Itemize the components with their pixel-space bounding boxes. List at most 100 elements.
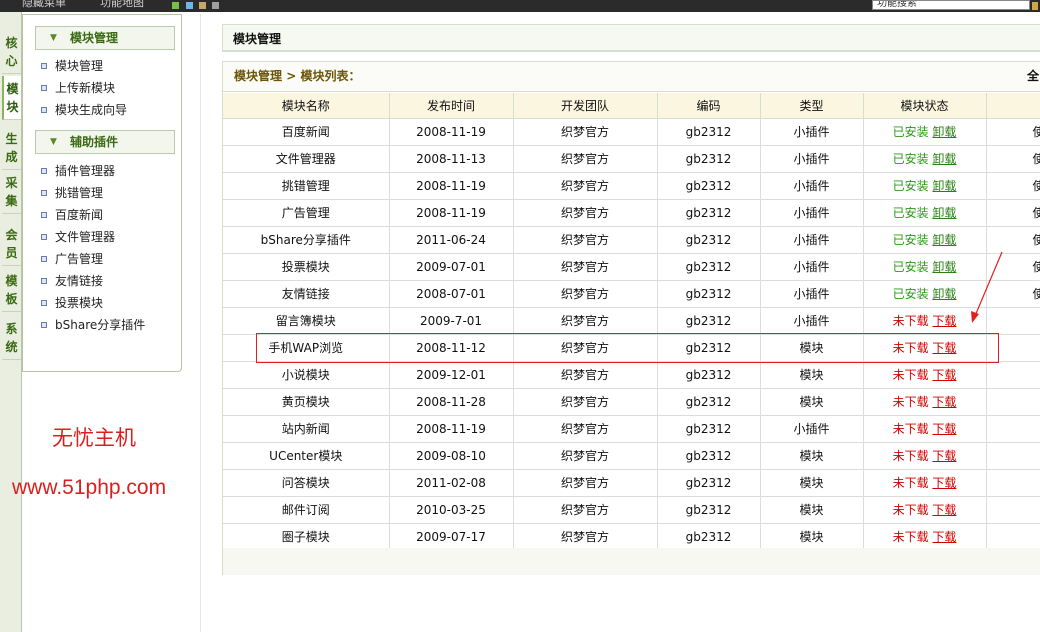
cell-date: 2008-11-13 <box>389 145 514 173</box>
cell-date: 2009-07-01 <box>389 253 514 281</box>
cell-status: 未下载 下载 <box>863 496 987 524</box>
cell-team: 织梦官方 <box>513 226 658 254</box>
cell-name: 留言簿模块 <box>223 307 390 335</box>
cell-status: 已安装 卸载 <box>863 172 987 200</box>
menu-item-label: 插件管理器 <box>55 164 116 178</box>
side-tab-6[interactable]: 系统 <box>2 316 21 360</box>
status-badge: 未下载 <box>892 422 929 436</box>
cell-type: 小插件 <box>760 118 864 146</box>
menu-group-header-1[interactable]: ▼ 辅助插件 <box>35 130 175 154</box>
cell-name: 圈子模块 <box>223 523 390 551</box>
cell-truncated-action[interactable]: 使 <box>986 172 1040 200</box>
module-table: 模块名称 发布时间 开发团队 编码 类型 模块状态 百度新闻 2008-11-19 织梦官方 g… <box>223 93 1040 551</box>
cell-code: gb2312 <box>657 253 761 281</box>
cell-type: 小插件 <box>760 226 864 254</box>
cell-date: 2008-07-01 <box>389 280 514 308</box>
search-button[interactable] <box>1032 2 1038 10</box>
cell-status: 已安装 卸载 <box>863 199 987 227</box>
status-badge: 已安装 <box>892 125 929 139</box>
cell-type: 小插件 <box>760 199 864 227</box>
side-tab-5[interactable]: 模板 <box>2 268 21 312</box>
table-row: 圈子模块 2009-07-17 织梦官方 gb2312 模块 未下载 下载 <box>223 523 1040 551</box>
download-link[interactable]: 下载 <box>932 503 956 517</box>
menu-group-header-0[interactable]: ▼ 模块管理 <box>35 26 175 50</box>
uninstall-link[interactable]: 卸载 <box>932 152 956 166</box>
download-link[interactable]: 下载 <box>932 314 956 328</box>
bullet-icon <box>41 234 47 240</box>
cell-code: gb2312 <box>657 118 761 146</box>
menu-item-label: 上传新模块 <box>55 81 116 95</box>
cell-name: 问答模块 <box>223 469 390 497</box>
menu-item[interactable]: 模块生成向导 <box>41 102 127 118</box>
function-search-input[interactable]: 功能搜索 <box>872 0 1030 10</box>
side-tab-3[interactable]: 采集 <box>2 170 21 214</box>
menu-item[interactable]: 模块管理 <box>41 58 103 74</box>
hide-menu-link[interactable]: 隐藏菜单 <box>22 0 66 10</box>
breadcrumb-root[interactable]: 模块管理 <box>234 69 282 83</box>
menu-item[interactable]: 投票模块 <box>41 295 103 311</box>
bullet-icon <box>41 190 47 196</box>
cell-team: 织梦官方 <box>513 280 658 308</box>
status-badge: 已安装 <box>892 179 929 193</box>
download-link[interactable]: 下载 <box>932 395 956 409</box>
cell-truncated-action <box>986 523 1040 551</box>
side-tab-1[interactable]: 模块 <box>2 76 21 120</box>
cell-team: 织梦官方 <box>513 199 658 227</box>
uninstall-link[interactable]: 卸载 <box>932 206 956 220</box>
cell-status: 已安装 卸载 <box>863 118 987 146</box>
cell-code: gb2312 <box>657 523 761 551</box>
table-row: 投票模块2009-07-01织梦官方gb2312小插件已安装 卸载使 <box>223 253 1040 281</box>
status-badge: 已安装 <box>892 233 929 247</box>
cell-truncated-action <box>986 361 1040 389</box>
menu-item[interactable]: 友情链接 <box>41 273 103 289</box>
cell-truncated-action[interactable]: 使 <box>986 145 1040 173</box>
uninstall-link[interactable]: 卸载 <box>932 260 956 274</box>
cell-truncated-action <box>986 496 1040 524</box>
table-row: 友情链接2008-07-01织梦官方gb2312小插件已安装 卸载使 <box>223 280 1040 308</box>
menu-item-label: 文件管理器 <box>55 230 116 244</box>
cell-truncated-action[interactable]: 使 <box>986 199 1040 227</box>
cell-type: 小插件 <box>760 253 864 281</box>
cell-truncated-action <box>986 388 1040 416</box>
uninstall-link[interactable]: 卸载 <box>932 179 956 193</box>
theme-swatch-brown[interactable] <box>199 2 206 9</box>
table-row: 小说模块 2009-12-01 织梦官方 gb2312 模块 未下载 下载 <box>223 361 1040 389</box>
download-link[interactable]: 下载 <box>932 530 956 544</box>
cell-truncated-action[interactable]: 使 <box>986 118 1040 146</box>
menu-item[interactable]: bShare分享插件 <box>41 317 145 333</box>
menu-item-label: 百度新闻 <box>55 208 104 222</box>
column-header: 编码 <box>657 93 761 119</box>
chevron-down-icon: ▼ <box>50 33 57 43</box>
download-link[interactable]: 下载 <box>932 368 956 382</box>
cell-code: gb2312 <box>657 388 761 416</box>
theme-swatch-blue[interactable] <box>186 2 193 9</box>
site-map-link[interactable]: 功能地图 <box>100 0 144 10</box>
cell-code: gb2312 <box>657 307 761 335</box>
bullet-icon <box>41 300 47 306</box>
uninstall-link[interactable]: 卸载 <box>932 233 956 247</box>
theme-swatch-green[interactable] <box>172 2 179 9</box>
menu-item[interactable]: 上传新模块 <box>41 80 115 96</box>
menu-item[interactable]: 挑错管理 <box>41 185 103 201</box>
side-tab-4[interactable]: 会员 <box>2 222 21 266</box>
download-link[interactable]: 下载 <box>932 476 956 490</box>
cell-type: 模块 <box>760 496 864 524</box>
menu-item[interactable]: 百度新闻 <box>41 207 103 223</box>
download-link[interactable]: 下载 <box>932 449 956 463</box>
status-badge: 未下载 <box>892 476 929 490</box>
cell-code: gb2312 <box>657 442 761 470</box>
cell-team: 织梦官方 <box>513 442 658 470</box>
theme-swatch-gray[interactable] <box>212 2 219 9</box>
side-tab-0[interactable]: 核心 <box>2 30 21 74</box>
cell-date: 2011-06-24 <box>389 226 514 254</box>
download-link[interactable]: 下载 <box>932 422 956 436</box>
uninstall-link[interactable]: 卸载 <box>932 125 956 139</box>
menu-item[interactable]: 文件管理器 <box>41 229 115 245</box>
uninstall-link[interactable]: 卸载 <box>932 287 956 301</box>
cell-team: 织梦官方 <box>513 253 658 281</box>
menu-item-label: 挑错管理 <box>55 186 104 200</box>
side-tab-2[interactable]: 生成 <box>2 126 21 170</box>
menu-item[interactable]: 广告管理 <box>41 251 103 267</box>
menu-item[interactable]: 插件管理器 <box>41 163 115 179</box>
bullet-icon <box>41 107 47 113</box>
